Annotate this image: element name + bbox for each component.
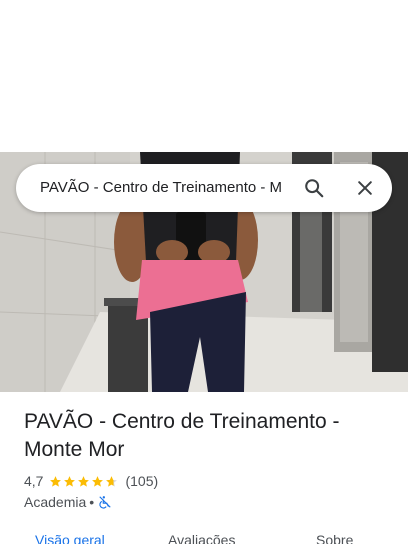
- star-rating: [49, 475, 119, 488]
- blank-header-area: [0, 0, 408, 152]
- place-title: PAVÃO - Centro de Treinamento - Monte Mo…: [24, 410, 340, 461]
- tab-reviews[interactable]: Avaliações: [168, 532, 235, 544]
- close-button[interactable]: [353, 176, 377, 200]
- star-icon: [64, 475, 76, 487]
- category-label: Academia: [24, 494, 87, 510]
- place-tabs: Visão geral Avaliações Sobre: [0, 528, 408, 544]
- search-icon: [305, 179, 324, 198]
- tab-overview[interactable]: Visão geral: [35, 532, 105, 544]
- star-icon: [92, 475, 104, 487]
- star-icon: [50, 475, 62, 487]
- separator: •: [89, 494, 95, 510]
- tab-about[interactable]: Sobre: [316, 532, 353, 544]
- half-star-icon: [106, 475, 118, 487]
- close-icon: [358, 181, 372, 195]
- search-bar[interactable]: PAVÃO - Centro de Treinamento - M: [16, 164, 392, 212]
- category-row: Academia •: [24, 492, 112, 512]
- review-count: (105): [125, 473, 159, 489]
- star-icon: [78, 475, 90, 487]
- search-button[interactable]: [302, 176, 326, 200]
- search-input[interactable]: PAVÃO - Centro de Treinamento - M: [40, 164, 302, 212]
- rating-value: 4,7: [24, 473, 44, 489]
- rating-row[interactable]: 4,7 (105): [24, 471, 158, 491]
- not-wheelchair-accessible-icon: [99, 496, 111, 509]
